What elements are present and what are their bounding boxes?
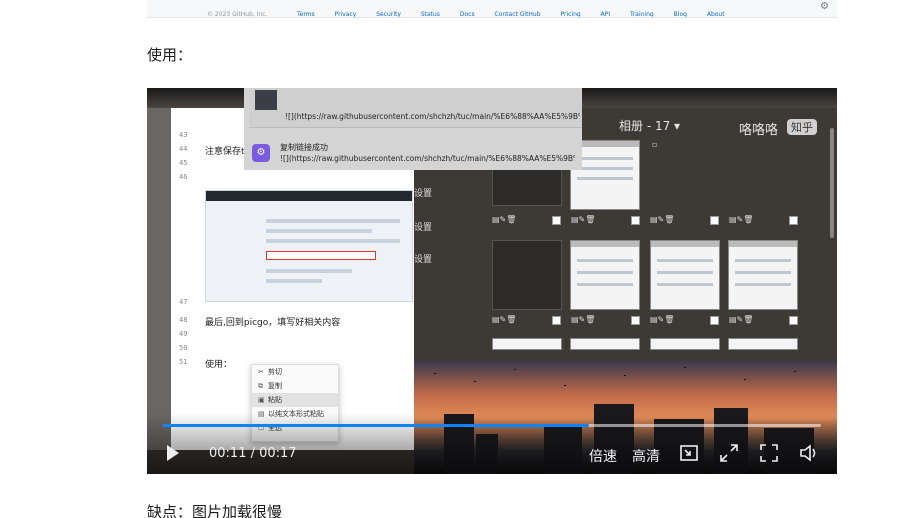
footer-link[interactable]: API — [601, 11, 611, 17]
thumbnail-actions[interactable]: ▤✎🗑 — [650, 215, 674, 224]
scissors-icon: ✂ — [258, 368, 264, 376]
image-thumbnail[interactable] — [650, 338, 720, 350]
web-fullscreen-icon[interactable] — [719, 443, 739, 463]
thumbnail-checkbox[interactable] — [552, 216, 561, 225]
copy-icon: ⧉ — [258, 382, 263, 390]
zhihu-logo: 知乎 — [787, 119, 817, 135]
thumbnail-checkbox[interactable] — [631, 316, 640, 325]
footer-link[interactable]: Privacy — [335, 11, 357, 17]
footer-link[interactable]: Terms — [297, 11, 315, 17]
fullscreen-icon[interactable] — [759, 443, 779, 463]
thumbnail-actions[interactable]: ▤✎🗑 — [571, 315, 595, 324]
thumbnail-actions[interactable]: ▤✎🗑 — [492, 215, 516, 224]
footer-link[interactable]: Security — [376, 11, 401, 17]
progress-bar[interactable] — [163, 424, 821, 427]
quality-button[interactable]: 高清 — [632, 446, 660, 466]
embedded-screenshot — [205, 190, 413, 302]
settings-menu-item[interactable]: 设置 — [414, 220, 432, 233]
image-thumbnail[interactable] — [570, 338, 640, 350]
line-number: 45 — [179, 159, 188, 167]
video-left-edge — [147, 108, 171, 450]
settings-menu-item[interactable]: 设置 — [414, 252, 432, 265]
image-thumbnail[interactable] — [492, 338, 562, 350]
editor-line-51: 使用： — [205, 360, 233, 370]
notification-previous: ![](https://raw.githubusercontent.com/sh… — [249, 88, 582, 128]
notification-title: 复制链接成功 — [280, 143, 328, 152]
time-display: 00:11 / 00:17 — [209, 446, 297, 461]
image-thumbnail[interactable] — [570, 240, 640, 310]
thumbnail-checkbox[interactable] — [552, 316, 561, 325]
video-player[interactable]: 43 44 45 46 47 48 49 50 51 注意保存token 最后,… — [147, 88, 837, 474]
thumbnail-checkbox[interactable] — [710, 216, 719, 225]
thumbnail-actions[interactable]: ▤✎🗑 — [492, 315, 516, 324]
github-footer-links: Terms Privacy Security Status Docs Conta… — [297, 11, 743, 17]
line-number: 49 — [179, 330, 188, 338]
context-menu-cut[interactable]: ✂ 剪切 — [252, 365, 338, 379]
thumbnail-actions[interactable]: ▤✎🗑 — [571, 215, 595, 224]
editor-line-48: 最后,回到picgo，填写好相关内容 — [205, 318, 341, 328]
notification-stack: ![](https://raw.githubusercontent.com/sh… — [244, 88, 582, 170]
footer-link[interactable]: About — [707, 11, 725, 17]
watermark-author: 咯咯咯 — [739, 123, 779, 138]
picture-in-picture-icon[interactable] — [679, 443, 699, 463]
usage-heading: 使用： — [147, 46, 193, 64]
picgo-app-icon — [255, 90, 277, 110]
cons-text: 缺点：图片加载很慢 — [147, 503, 283, 518]
line-number: 47 — [179, 298, 188, 306]
thumbnail-actions[interactable]: ▤✎🗑 — [729, 315, 753, 324]
thumbnail-checkbox[interactable] — [631, 216, 640, 225]
github-copyright: © 2023 GitHub, Inc. — [207, 11, 268, 18]
image-thumbnail[interactable] — [728, 338, 798, 350]
clipboard-icon: ▣ — [258, 396, 265, 404]
thumbnail-checkbox[interactable] — [789, 316, 798, 325]
thumbnail-actions[interactable]: ▤✎🗑 — [729, 215, 753, 224]
footer-link[interactable]: Contact GitHub — [495, 11, 541, 17]
context-menu-paste[interactable]: ▣ 粘贴 — [252, 393, 338, 407]
settings-gear-icon[interactable]: ⚙ — [820, 1, 829, 12]
context-menu-copy[interactable]: ⧉ 复制 — [252, 379, 338, 393]
thumbnail-checkbox[interactable] — [710, 316, 719, 325]
line-number: 46 — [179, 173, 188, 181]
volume-icon[interactable] — [799, 443, 819, 463]
progress-fill — [163, 424, 589, 427]
play-icon[interactable] — [167, 445, 179, 461]
notification-url: ![](https://raw.githubusercontent.com/sh… — [280, 154, 575, 163]
footer-link[interactable]: Training — [630, 11, 654, 17]
notification-url: ![](https://raw.githubusercontent.com/sh… — [285, 112, 580, 121]
github-footer-strip: © 2023 GitHub, Inc. Terms Privacy Securi… — [147, 0, 837, 18]
scrollbar[interactable] — [830, 128, 834, 238]
broken-image-icon: ▫ — [652, 140, 658, 149]
thumbnail-actions[interactable]: ▤✎🗑 — [650, 315, 674, 324]
footer-link[interactable]: Docs — [460, 11, 475, 17]
line-number: 44 — [179, 145, 188, 153]
line-number: 50 — [179, 344, 188, 352]
image-thumbnail[interactable] — [650, 240, 720, 310]
image-thumbnail[interactable] — [728, 240, 798, 310]
footer-link[interactable]: Pricing — [560, 11, 580, 17]
footer-link[interactable]: Status — [421, 11, 440, 17]
picgo-app-icon: ⚙ — [252, 144, 270, 162]
line-number: 51 — [179, 358, 188, 366]
speed-button[interactable]: 倍速 — [589, 446, 617, 466]
thumbnail-checkbox[interactable] — [789, 216, 798, 225]
image-thumbnail[interactable] — [492, 240, 562, 310]
album-selector[interactable]: 相册 - 17 ▾ — [619, 117, 680, 134]
line-number: 48 — [179, 316, 188, 324]
footer-link[interactable]: Blog — [674, 11, 687, 17]
line-number: 43 — [179, 131, 188, 139]
settings-menu-item[interactable]: 设置 — [414, 186, 432, 199]
